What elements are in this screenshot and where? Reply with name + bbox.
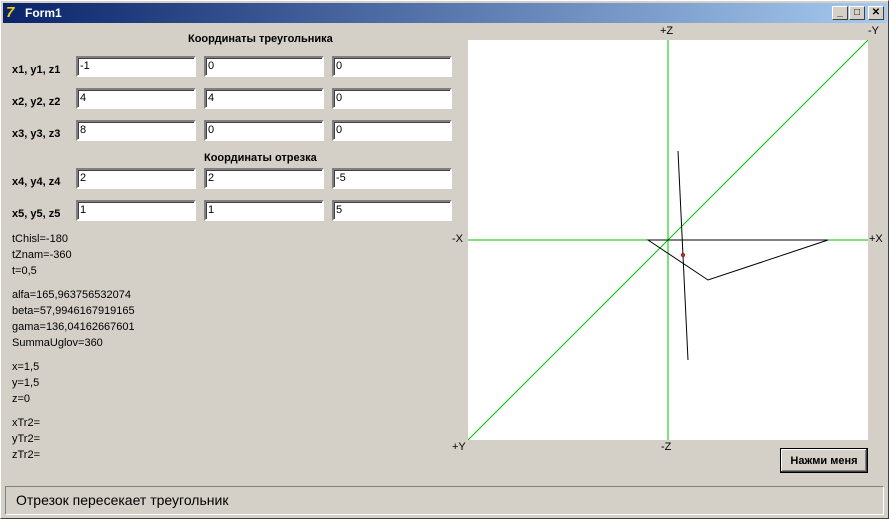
coord-input[interactable]: 2	[204, 168, 324, 189]
status-panel: Отрезок пересекает треугольник	[5, 486, 884, 515]
segment	[677, 150, 689, 361]
maximize-button[interactable]: □	[849, 6, 865, 20]
app-icon: 7	[6, 4, 15, 21]
output-line: beta=57,9946167919165	[12, 305, 135, 317]
output-line: alfa=165,963756532074	[12, 289, 131, 301]
axis-label-my: -Y	[868, 25, 879, 37]
coord-input[interactable]: 8	[76, 120, 196, 141]
coord-input[interactable]: 1	[204, 200, 324, 221]
window-title: Form1	[25, 6, 62, 20]
coord-input[interactable]: 0	[332, 56, 452, 77]
output-line: t=0,5	[12, 265, 37, 277]
output-line: y=1,5	[12, 377, 40, 389]
row-label: x5, y5, z5	[12, 208, 61, 220]
coord-input[interactable]: 0	[332, 120, 452, 141]
axis-label-py: +Y	[452, 441, 466, 453]
coord-input[interactable]: 0	[332, 88, 452, 109]
output-line: tZnam=-360	[12, 249, 72, 261]
close-button[interactable]: ✕	[868, 6, 884, 20]
output-line: z=0	[12, 393, 31, 405]
plot-canvas	[467, 39, 869, 441]
output-line: xTr2=	[12, 417, 41, 429]
output-line: SummaUglov=360	[12, 337, 103, 349]
coord-input[interactable]: 4	[204, 88, 324, 109]
row-label: x3, y3, z3	[12, 128, 61, 140]
output-line: x=1,5	[12, 361, 40, 373]
coord-input[interactable]: 2	[76, 168, 196, 189]
axis-label-pz: +Z	[660, 25, 674, 37]
output-line: yTr2=	[12, 433, 41, 445]
output-line: zTr2=	[12, 449, 41, 461]
row-label: x2, y2, z2	[12, 96, 61, 108]
coord-input[interactable]: -1	[76, 56, 196, 77]
coord-input[interactable]: 0	[204, 120, 324, 141]
output-line: tChisl=-180	[12, 233, 68, 245]
coord-input[interactable]: -5	[332, 168, 452, 189]
coord-input[interactable]: 4	[76, 88, 196, 109]
minimize-button[interactable]: _	[832, 6, 848, 20]
segment-header: Координаты отрезка	[204, 152, 317, 164]
row-label: x1, y1, z1	[12, 64, 61, 76]
row-label: x4, y4, z4	[12, 176, 61, 188]
axis-label-px: +X	[869, 233, 883, 245]
triangle-header: Координаты треугольника	[188, 33, 333, 45]
coord-input[interactable]: 5	[332, 200, 452, 221]
axis-label-mz: -Z	[661, 441, 672, 453]
press-me-button[interactable]: Нажми меня	[780, 448, 868, 473]
axis-label-mx: -X	[452, 233, 463, 245]
coord-input[interactable]: 0	[204, 56, 324, 77]
coord-input[interactable]: 1	[76, 200, 196, 221]
title-bar: 7 Form1 _ □ ✕	[3, 3, 887, 23]
triangle	[646, 239, 829, 281]
output-line: gama=136,04162667601	[12, 321, 135, 333]
